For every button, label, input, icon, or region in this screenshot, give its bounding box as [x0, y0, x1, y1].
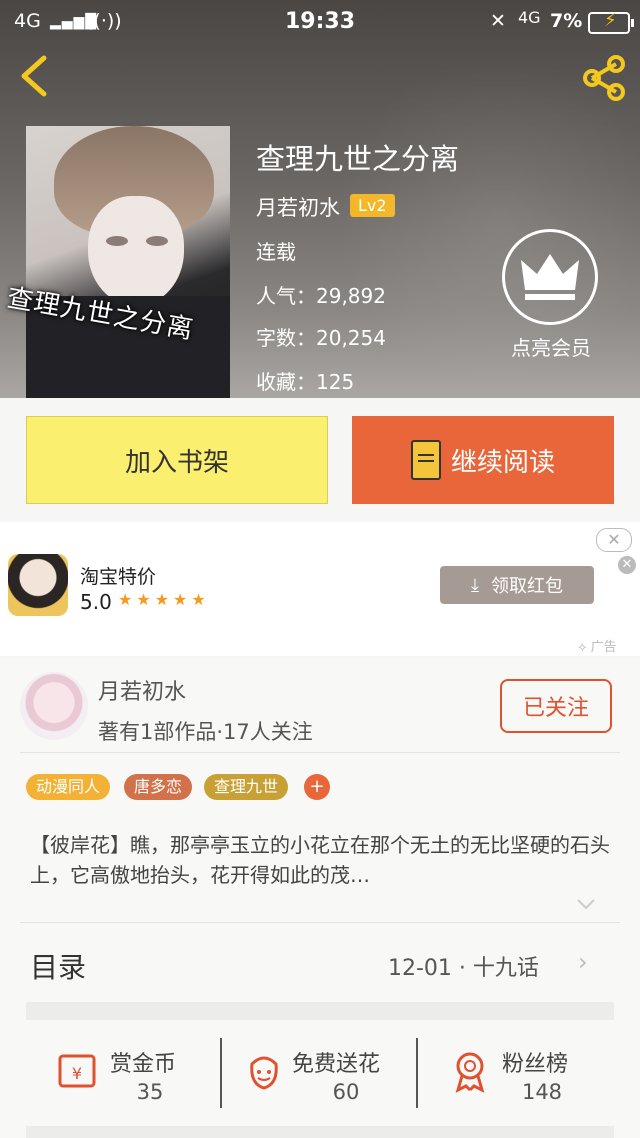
- ad-rating: 5.0: [80, 590, 112, 614]
- vip-label: 点亮会员: [511, 336, 591, 360]
- divider: [20, 752, 620, 753]
- ad-claim-label: 领取红包: [490, 576, 563, 597]
- book-icon: [410, 440, 441, 480]
- ad-star-rating: ★★★★★: [118, 590, 210, 609]
- book-description[interactable]: 【彼岸花】瞧，那亭亭玉立的小花立在那个无土的无比坚硬的石头上，它高傲地抬头，花开…: [30, 830, 610, 890]
- add-to-shelf-button[interactable]: 加入书架: [26, 416, 328, 504]
- battery-icon: ⚡: [588, 10, 634, 34]
- ad-claim-button[interactable]: ⤓ 领取红包: [440, 566, 594, 604]
- book-word-count: 字数：20,254: [256, 326, 386, 350]
- ribbon-medal-icon[interactable]: [450, 1050, 490, 1094]
- crown-icon: [521, 254, 579, 300]
- ad-label: ⟡ 广告: [578, 640, 617, 655]
- reward-coin-icon[interactable]: ¥: [56, 1052, 102, 1092]
- tag-chip[interactable]: 查理九世: [204, 774, 289, 800]
- table-of-contents-title[interactable]: 目录: [30, 946, 86, 986]
- book-title: 查理九世之分离: [256, 142, 460, 176]
- ad-dismiss-icon[interactable]: ✕: [618, 556, 636, 574]
- svg-text:¥: ¥: [72, 1064, 82, 1083]
- ad-avatar[interactable]: [8, 554, 68, 616]
- stat-label: 粉丝榜: [502, 1052, 569, 1077]
- mute-icon: ✕: [490, 10, 506, 32]
- book-cover[interactable]: [26, 126, 230, 398]
- vip-button[interactable]: [502, 229, 598, 325]
- back-arrow-icon[interactable]: [14, 54, 54, 98]
- author-avatar[interactable]: [20, 672, 88, 740]
- share-icon[interactable]: [580, 54, 628, 102]
- follow-button[interactable]: 已关注: [500, 679, 612, 733]
- author-stats: 著有1部作品·17人关注: [98, 720, 313, 744]
- tag-chip[interactable]: 动漫同人: [26, 774, 111, 800]
- ad-close-icon[interactable]: ✕: [596, 528, 632, 552]
- network-label: 4G: [518, 8, 541, 27]
- stat-value: 35: [136, 1080, 164, 1104]
- clock: 19:33: [284, 9, 356, 34]
- flower-icon[interactable]: [244, 1050, 284, 1092]
- tag-chip[interactable]: 唐多恋: [124, 774, 193, 800]
- book-status: 连载: [256, 240, 296, 264]
- add-to-shelf-label: 加入书架: [124, 447, 229, 478]
- continue-reading-button[interactable]: 继续阅读: [352, 416, 614, 504]
- book-header: 4G ▂▄▆█ ((·)) 19:33 ✕ 4G 7% ⚡ 查理九世之分离 查理…: [0, 0, 640, 398]
- book-favorites: 收藏：125: [256, 370, 355, 394]
- stat-label: 免费送花: [292, 1052, 381, 1077]
- divider: [416, 1038, 418, 1108]
- chevron-down-icon[interactable]: [576, 898, 596, 910]
- section-separator: [26, 1126, 614, 1138]
- latest-chapter[interactable]: 12-01 · 十九话: [388, 950, 539, 982]
- stat-label: 赏金币: [110, 1052, 177, 1077]
- continue-reading-label: 继续阅读: [450, 447, 555, 478]
- chevron-right-icon[interactable]: ›: [578, 948, 588, 976]
- stat-value: 148: [521, 1080, 563, 1104]
- download-icon: ⤓: [471, 574, 479, 596]
- divider: [20, 922, 620, 923]
- section-separator: [26, 1002, 614, 1020]
- author-level-badge: Lv2: [350, 194, 395, 217]
- status-bar: 4G ▂▄▆█ ((·)) 19:33 ✕ 4G 7% ⚡: [0, 0, 640, 44]
- stat-value: 60: [332, 1080, 360, 1104]
- ad-title: 淘宝特价: [80, 566, 157, 588]
- book-author[interactable]: 月若初水: [256, 192, 340, 222]
- add-tag-button[interactable]: +: [304, 774, 330, 800]
- book-popularity: 人气：29,892: [256, 284, 386, 308]
- divider: [220, 1038, 222, 1108]
- author-name[interactable]: 月若初水: [98, 674, 186, 706]
- follow-label: 已关注: [522, 696, 589, 721]
- battery-percent: 7%: [550, 10, 583, 32]
